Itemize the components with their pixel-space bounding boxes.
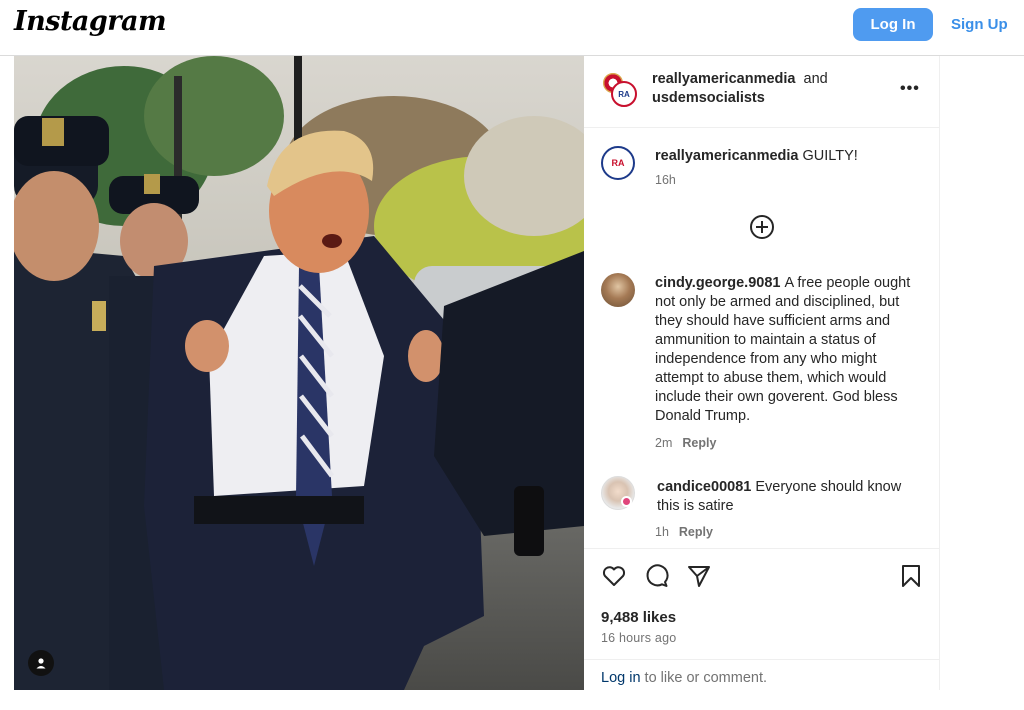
comment-username[interactable]: candice00081 [657,479,751,495]
comment-body: cindy.george.9081 A free people ought not… [655,274,920,426]
bookmark-icon[interactable] [898,563,924,589]
comment-body: reallyamericanmedia GUILTY! [655,147,920,166]
signup-link[interactable]: Sign Up [951,16,1008,33]
login-prompt-rest: to like or comment. [640,670,768,686]
author-link-1[interactable]: reallyamericanmedia [652,71,795,87]
comment-time[interactable]: 2m [655,436,672,450]
avatar-text: RA [618,89,630,99]
comment-username[interactable]: reallyamericanmedia [655,148,798,164]
comment-meta: 1h Reply [655,525,713,539]
plus-circle-icon[interactable] [749,214,775,240]
comment-time[interactable]: 16h [655,173,676,187]
reply-button[interactable]: Reply [679,525,713,539]
avatar-text: RA [611,158,625,168]
post-image [14,56,584,690]
person-icon [36,658,46,669]
post-photo[interactable] [14,56,584,690]
post-time[interactable]: 16 hours ago [601,631,676,645]
post-header: RA reallyamericanmedia and usdemsocialis… [584,56,940,128]
comment-text: GUILTY! [802,148,858,164]
post-panel: RA reallyamericanmedia and usdemsocialis… [584,56,940,690]
user-tag-button[interactable] [28,650,54,676]
post-authors: reallyamericanmedia and usdemsocialists [652,70,828,108]
login-link[interactable]: Log in [601,670,641,686]
login-prompt: Log in to like or comment. [584,659,940,691]
avatar[interactable]: RA [601,146,635,180]
top-header: Instagram Log In Sign Up [0,0,1024,56]
comment-body: candice00081 Everyone should know this is… [657,478,922,516]
send-icon[interactable] [686,563,712,589]
comment-meta: 2m Reply [655,436,716,450]
login-button[interactable]: Log In [853,8,933,41]
comment-text: A free people ought not only be armed an… [655,275,911,424]
comment-time[interactable]: 1h [655,525,669,539]
comment-username[interactable]: cindy.george.9081 [655,275,780,291]
story-badge [621,496,632,507]
likes-count[interactable]: 9,488 likes [601,609,676,626]
more-horizontal-icon[interactable]: ••• [900,80,920,98]
comment-icon[interactable] [644,563,670,589]
login-prompt-text: Log in to like or comment. [601,670,767,686]
author-link-2[interactable]: usdemsocialists [652,90,765,106]
authors-connector: and [803,71,828,87]
heart-icon[interactable] [601,563,627,589]
reply-button[interactable]: Reply [682,436,716,450]
avatar: RA [611,81,637,107]
comment-meta: 16h [655,173,676,187]
collab-avatars[interactable]: RA [601,71,637,107]
post-actions: 9,488 likes 16 hours ago Log in to like … [584,548,940,690]
instagram-logo[interactable]: Instagram [14,6,167,37]
avatar[interactable] [601,273,635,307]
